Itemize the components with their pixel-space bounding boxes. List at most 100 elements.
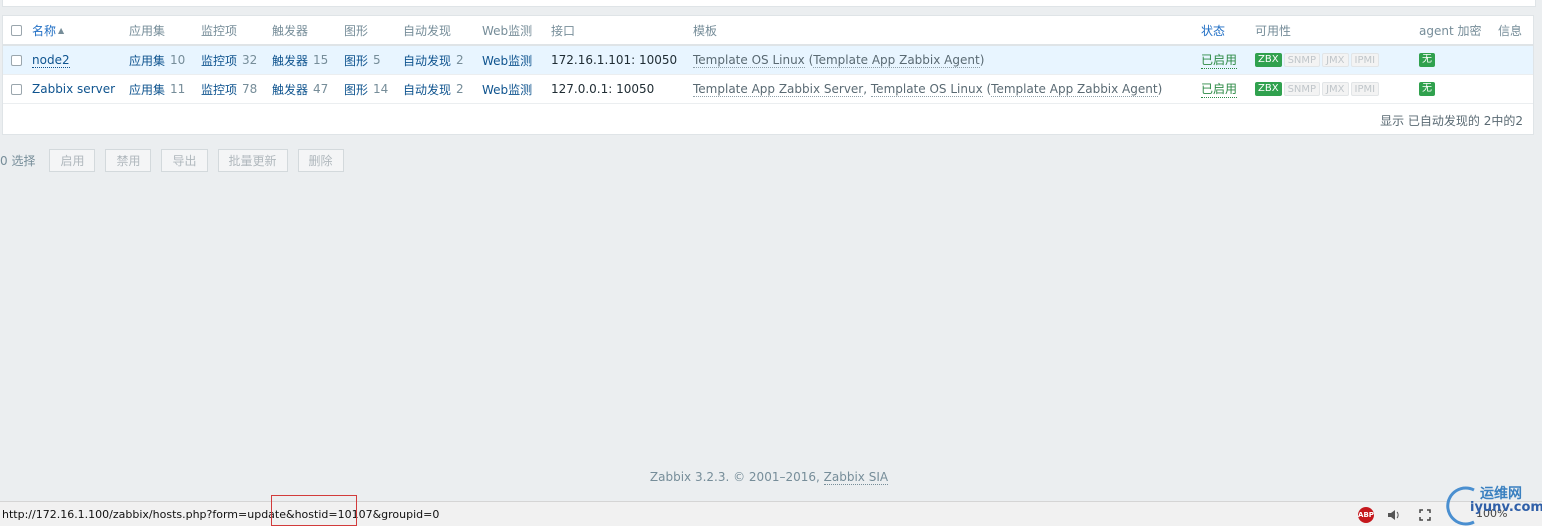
status-cell: 已启用: [1201, 46, 1238, 74]
encryption-badge: 无: [1419, 53, 1435, 67]
header-graphs: 图形: [344, 23, 369, 38]
row-select-cell[interactable]: [11, 75, 22, 103]
header-templates: 模板: [693, 23, 718, 38]
graphs-link[interactable]: 图形: [344, 81, 368, 98]
applications-cell: 应用集 11: [129, 75, 185, 103]
host-name-cell: Zabbix server: [32, 75, 115, 103]
discovery-link[interactable]: 自动发现: [403, 81, 451, 98]
availability-cell: ZBX SNMP JMX IPMI: [1255, 75, 1381, 103]
template-paren-close: ): [979, 53, 985, 67]
table-row: node2 应用集 10 监控项 32 触发器 15 图形 5 自动发现 2 W…: [3, 46, 1533, 75]
web-cell: Web监测: [482, 75, 532, 103]
row-checkbox[interactable]: [11, 83, 22, 95]
graphs-cell: 图形 5: [344, 46, 381, 74]
web-link[interactable]: Web监测: [482, 81, 532, 98]
host-name-link[interactable]: Zabbix server: [32, 82, 115, 96]
triggers-link[interactable]: 触发器: [272, 52, 308, 69]
availability-snmp-badge: SNMP: [1283, 82, 1321, 96]
header-name-label[interactable]: 名称: [32, 22, 56, 39]
table-row: Zabbix server 应用集 11 监控项 78 触发器 47 图形 14…: [3, 75, 1533, 104]
volume-icon[interactable]: [1386, 507, 1402, 523]
triggers-count: 15: [313, 53, 329, 67]
items-link[interactable]: 监控项: [201, 81, 237, 98]
copyright-footer: Zabbix 3.2.3. © 2001–2016, Zabbix SIA: [0, 470, 1538, 485]
row-checkbox[interactable]: [11, 54, 22, 66]
header-triggers: 触发器: [272, 23, 309, 38]
select-all-cell[interactable]: [11, 16, 22, 44]
header-status[interactable]: 状态: [1201, 16, 1225, 44]
template-link[interactable]: Template App Zabbix Agent: [991, 82, 1158, 97]
fullscreen-icon[interactable]: [1417, 507, 1433, 523]
delete-button[interactable]: 删除: [297, 148, 344, 172]
host-name-cell: node2: [32, 46, 70, 74]
encryption-cell: 无: [1419, 46, 1437, 74]
discovery-cell: 自动发现 2: [403, 75, 464, 103]
header-name[interactable]: 名称 ▲: [32, 16, 64, 44]
encryption-badge: 无: [1419, 82, 1435, 96]
disable-button[interactable]: 禁用: [105, 148, 152, 172]
selected-count: 0 选择: [0, 153, 36, 168]
enable-button[interactable]: 启用: [49, 148, 96, 172]
host-name-link[interactable]: node2: [32, 53, 70, 68]
interface-cell: 127.0.0.1: 10050: [551, 82, 655, 96]
header-agent-encryption: agent 加密: [1419, 23, 1482, 38]
status-toggle-link[interactable]: 已启用: [1201, 51, 1238, 69]
select-all-checkbox[interactable]: [11, 24, 22, 36]
header-discovery: 自动发现: [403, 23, 452, 38]
template-link[interactable]: Template OS Linux: [870, 82, 983, 97]
items-link[interactable]: 监控项: [201, 52, 237, 69]
availability-jmx-badge: JMX: [1322, 82, 1349, 96]
template-link[interactable]: Template App Zabbix Server: [693, 82, 864, 97]
mass-actions-bar: 0 选择 启用 禁用 导出 批量更新 删除: [0, 148, 354, 172]
hostid-highlight-box: [271, 495, 357, 526]
encryption-cell: 无: [1419, 75, 1437, 103]
applications-cell: 应用集 10: [129, 46, 185, 74]
triggers-cell: 触发器 15: [272, 46, 328, 74]
web-link[interactable]: Web监测: [482, 52, 532, 69]
applications-link[interactable]: 应用集: [129, 81, 165, 98]
items-count: 78: [242, 82, 258, 96]
table-footer-count: 显示 已自动发现的 2中的2: [1380, 114, 1523, 128]
discovery-cell: 自动发现 2: [403, 46, 464, 74]
graphs-count: 5: [373, 53, 381, 67]
row-select-cell[interactable]: [11, 46, 22, 74]
browser-status-bar: http://172.16.1.100/zabbix/hosts.php?for…: [0, 501, 1542, 526]
discovery-count: 2: [456, 53, 464, 67]
status-cell: 已启用: [1201, 75, 1238, 103]
template-paren-open: (: [982, 82, 992, 96]
mass-update-button[interactable]: 批量更新: [217, 148, 288, 172]
triggers-count: 47: [313, 82, 329, 96]
export-button[interactable]: 导出: [161, 148, 208, 172]
template-link[interactable]: Template App Zabbix Agent: [813, 53, 980, 68]
template-link[interactable]: Template OS Linux: [693, 53, 805, 68]
header-applications: 应用集: [129, 23, 166, 38]
header-info: 信息: [1498, 23, 1523, 38]
triggers-cell: 触发器 47: [272, 75, 328, 103]
graphs-cell: 图形 14: [344, 75, 388, 103]
template-paren-close: ): [1157, 82, 1163, 96]
items-cell: 监控项 78: [201, 75, 257, 103]
graphs-count: 14: [373, 82, 389, 96]
discovery-count: 2: [456, 82, 464, 96]
triggers-link[interactable]: 触发器: [272, 81, 308, 98]
company-link[interactable]: Zabbix SIA: [823, 470, 889, 485]
availability-ipmi-badge: IPMI: [1350, 82, 1380, 96]
header-status-label[interactable]: 状态: [1201, 22, 1225, 39]
header-availability: 可用性: [1255, 23, 1292, 38]
adblock-icon[interactable]: ABP: [1358, 507, 1374, 523]
availability-zbx-badge: ZBX: [1255, 53, 1282, 67]
interface-cell: 172.16.1.101: 10050: [551, 53, 678, 67]
applications-count: 11: [170, 82, 186, 96]
availability-cell: ZBX SNMP JMX IPMI: [1255, 46, 1381, 74]
status-toggle-link[interactable]: 已启用: [1201, 80, 1238, 98]
applications-count: 10: [170, 53, 186, 67]
discovery-link[interactable]: 自动发现: [403, 52, 451, 69]
table-header: 名称 ▲ 应用集 监控项 触发器 图形 自动发现 Web监测 接口 模板 状态 …: [3, 16, 1533, 46]
availability-zbx-badge: ZBX: [1255, 82, 1282, 96]
applications-link[interactable]: 应用集: [129, 52, 165, 69]
header-interface: 接口: [551, 23, 576, 38]
templates-cell: Template OS Linux ( Template App Zabbix …: [693, 46, 984, 74]
template-separator: ,: [863, 82, 871, 96]
graphs-link[interactable]: 图形: [344, 52, 368, 69]
header-web: Web监测: [482, 23, 533, 38]
